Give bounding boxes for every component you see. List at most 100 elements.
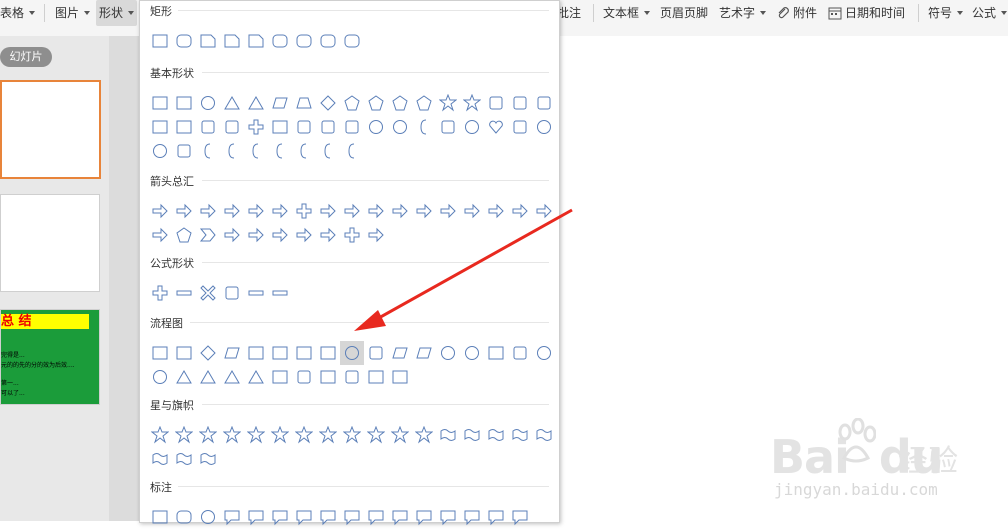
shape-document[interactable]	[292, 341, 316, 365]
shape-frame[interactable]	[148, 115, 172, 139]
shape-notched-right-arrow[interactable]	[148, 223, 172, 247]
shape-line-callout-1-accent[interactable]	[316, 505, 340, 529]
shape-process[interactable]	[148, 341, 172, 365]
shape-up-arrow-callout[interactable]	[268, 223, 292, 247]
shape-manual-operation[interactable]	[412, 341, 436, 365]
shape-or[interactable]	[148, 365, 172, 389]
shape-octagon[interactable]	[412, 91, 436, 115]
shape-punched-tape[interactable]	[508, 341, 532, 365]
shape-right-arrow-callout[interactable]	[220, 223, 244, 247]
shape-4-point-star[interactable]	[196, 423, 220, 447]
shape-up-ribbon[interactable]	[436, 423, 460, 447]
attachment-button[interactable]: 附件	[776, 0, 817, 26]
shape-left-right-arrow[interactable]	[244, 199, 268, 223]
shape-divide[interactable]	[220, 281, 244, 305]
shape-half-frame[interactable]	[172, 115, 196, 139]
wordart-menu[interactable]: 艺术字	[719, 0, 767, 26]
shape-sequential-access-storage[interactable]	[316, 365, 340, 389]
shape-delay[interactable]	[292, 365, 316, 389]
shape-snip-diagonal-rectangle[interactable]	[244, 29, 268, 53]
shape-heptagon[interactable]	[388, 91, 412, 115]
shape-vertical-scroll[interactable]	[532, 423, 556, 447]
shape-triangle[interactable]	[220, 91, 244, 115]
shape-line-callout-1[interactable]	[244, 505, 268, 529]
shape-up-down-arrow[interactable]	[268, 199, 292, 223]
shape-extract[interactable]	[220, 365, 244, 389]
shape-pentagon-arrow[interactable]	[172, 223, 196, 247]
shape-curved-down-ribbon[interactable]	[508, 423, 532, 447]
shape-32-point-star[interactable]	[412, 423, 436, 447]
shape-manual-input[interactable]	[388, 341, 412, 365]
shape-vertical-text-box[interactable]	[172, 91, 196, 115]
shape-display[interactable]	[388, 365, 412, 389]
shape-line-callout-2-border-accent[interactable]	[484, 505, 508, 529]
shape-double-wave[interactable]	[196, 447, 220, 471]
table-menu[interactable]: 表格	[0, 0, 36, 26]
shape-chevron[interactable]	[196, 223, 220, 247]
shape-line-callout-3-border-accent[interactable]	[508, 505, 532, 529]
shape-explosion-2[interactable]	[172, 423, 196, 447]
shape-dodecagon[interactable]	[460, 91, 484, 115]
shape-line-callout-1-border[interactable]	[388, 505, 412, 529]
shape-5-point-star[interactable]	[220, 423, 244, 447]
shape-chord[interactable]	[508, 91, 532, 115]
shape-off-page-connector[interactable]	[460, 341, 484, 365]
shape-bevel[interactable]	[340, 115, 364, 139]
shape-down-ribbon[interactable]	[460, 423, 484, 447]
shape-data[interactable]	[220, 341, 244, 365]
shape-snip-two-corner-rectangle[interactable]	[220, 29, 244, 53]
shape-8-point-star[interactable]	[292, 423, 316, 447]
shape-line-callout-1-border-accent[interactable]	[460, 505, 484, 529]
shape-block-arc[interactable]	[412, 115, 436, 139]
shape-pentagon[interactable]	[340, 91, 364, 115]
shape-preparation[interactable]	[364, 341, 388, 365]
shape-snip-corner-rectangle[interactable]	[196, 29, 220, 53]
shape-sun[interactable]	[532, 115, 556, 139]
shape-connector[interactable]	[436, 341, 460, 365]
shape-left-right-up-arrow[interactable]	[316, 199, 340, 223]
comment-button[interactable]: 批注	[557, 0, 581, 26]
shape-can[interactable]	[292, 115, 316, 139]
shape-teardrop[interactable]	[532, 91, 556, 115]
shape-rectangle[interactable]	[148, 29, 172, 53]
shape-plaque[interactable]	[268, 115, 292, 139]
shape-left-brace[interactable]	[316, 139, 340, 163]
shape-up-arrow[interactable]	[196, 199, 220, 223]
shape-double-brace[interactable]	[244, 139, 268, 163]
shape-left-arrow[interactable]	[172, 199, 196, 223]
shape-rectangular-callout[interactable]	[148, 505, 172, 529]
shape-multidocument[interactable]	[316, 341, 340, 365]
shape-right-bracket[interactable]	[292, 139, 316, 163]
shape-cloud[interactable]	[172, 139, 196, 163]
symbol-menu[interactable]: 符号	[928, 0, 964, 26]
shape-lightning-bolt[interactable]	[508, 115, 532, 139]
shape-round-corner-rectangle[interactable]	[292, 29, 316, 53]
shape-internal-storage[interactable]	[268, 341, 292, 365]
shape-left-right-arrow-callout[interactable]	[316, 223, 340, 247]
shape-alternate-process[interactable]	[172, 341, 196, 365]
shape-line-callout-3-accent[interactable]	[364, 505, 388, 529]
shape-left-bracket[interactable]	[268, 139, 292, 163]
shape-predefined-process[interactable]	[244, 341, 268, 365]
shape-heart[interactable]	[484, 115, 508, 139]
shape-minus[interactable]	[172, 281, 196, 305]
shape-curved-up-ribbon[interactable]	[484, 423, 508, 447]
shape-donut[interactable]	[364, 115, 388, 139]
shape-not-equal[interactable]	[268, 281, 292, 305]
shape-stored-data[interactable]	[268, 365, 292, 389]
shape-oval-callout[interactable]	[196, 505, 220, 529]
shape-24-point-star[interactable]	[388, 423, 412, 447]
shape-10-point-star[interactable]	[316, 423, 340, 447]
shape-hexagon[interactable]	[364, 91, 388, 115]
shape-left-arrow-callout[interactable]	[244, 223, 268, 247]
shape-6-point-star[interactable]	[244, 423, 268, 447]
shape-summing-junction[interactable]	[532, 341, 556, 365]
shape-card[interactable]	[484, 341, 508, 365]
shape-trapezoid[interactable]	[292, 91, 316, 115]
date-time-button[interactable]: 日期和时间	[828, 0, 905, 26]
shape-wave[interactable]	[172, 447, 196, 471]
slides-tab[interactable]: 幻灯片	[0, 47, 52, 67]
shape-explosion-1[interactable]	[148, 423, 172, 447]
shape-moon[interactable]	[148, 139, 172, 163]
shape-arc[interactable]	[196, 139, 220, 163]
